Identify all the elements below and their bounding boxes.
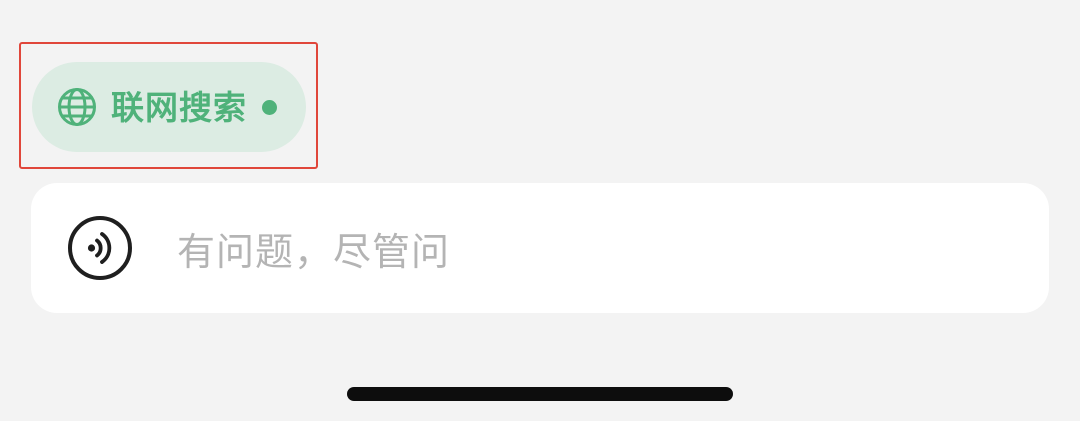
message-input-placeholder[interactable]: 有问题，尽管问 <box>177 221 450 276</box>
web-search-toggle[interactable]: 联网搜索 <box>32 62 306 152</box>
message-input-bar[interactable]: 有问题，尽管问 <box>31 183 1049 313</box>
active-status-dot <box>262 99 277 115</box>
web-search-label: 联网搜索 <box>111 87 247 127</box>
home-indicator[interactable] <box>347 387 733 401</box>
globe-icon <box>58 88 96 126</box>
voice-input-icon[interactable] <box>67 215 133 281</box>
